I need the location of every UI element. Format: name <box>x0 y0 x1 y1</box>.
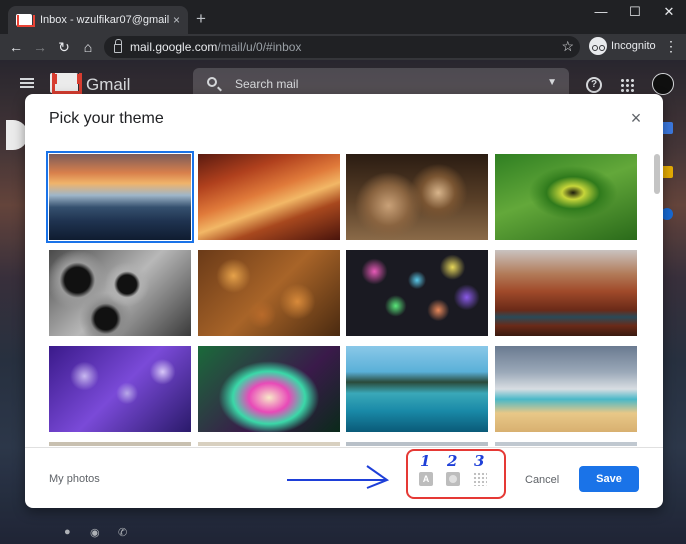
annotation-number-1: 1 <box>420 452 431 470</box>
tab-title: Inbox - wzulfikar07@gmail.com - <box>40 14 169 26</box>
theme-thumb-red-canyon[interactable] <box>198 154 340 240</box>
theme-thumb-partial[interactable] <box>346 442 488 446</box>
theme-picker-dialog: Pick your theme × My photos A Cancel Sav… <box>25 94 663 508</box>
theme-thumb-partial[interactable] <box>495 442 637 446</box>
theme-thumb-jellyfish[interactable] <box>49 346 191 432</box>
incognito-label: Incognito <box>611 40 656 52</box>
incognito-icon <box>589 37 607 55</box>
theme-thumb-caterpillar[interactable] <box>495 154 637 240</box>
annotation-arrow <box>287 465 390 489</box>
url-path: /mail/u/0/#inbox <box>217 40 302 54</box>
theme-thumb-bokeh-lights[interactable] <box>346 250 488 336</box>
browser-menu-icon[interactable]: ⋮ <box>664 38 678 55</box>
theme-thumb-bubble[interactable] <box>198 346 340 432</box>
url-host: mail.google.com <box>130 40 218 54</box>
dialog-divider <box>25 447 663 448</box>
home-button[interactable]: ⌂ <box>78 37 98 57</box>
theme-thumb-beach[interactable] <box>495 346 637 432</box>
maximize-button[interactable]: ☐ <box>620 4 650 20</box>
theme-thumb-autumn-leaves[interactable] <box>198 250 340 336</box>
scrollbar[interactable] <box>654 154 660 194</box>
minimize-button[interactable]: — <box>586 4 616 19</box>
annotation-number-2: 2 <box>447 452 458 470</box>
bookmark-star-icon[interactable]: ☆ <box>561 38 574 55</box>
browser-tab[interactable]: Inbox - wzulfikar07@gmail.com - × <box>8 6 188 34</box>
new-tab-button[interactable]: + <box>196 10 206 27</box>
theme-thumb-partial[interactable] <box>49 442 191 446</box>
my-photos-link[interactable]: My photos <box>49 473 100 485</box>
tab-close-icon[interactable]: × <box>173 13 180 27</box>
gmail-favicon-icon <box>16 14 35 27</box>
annotation-number-3: 3 <box>474 452 485 470</box>
theme-thumb-lake-island[interactable] <box>346 346 488 432</box>
browser-tabstrip: Inbox - wzulfikar07@gmail.com - × + — ☐ … <box>0 0 686 34</box>
back-button[interactable]: ← <box>6 37 26 57</box>
lock-icon <box>114 38 122 53</box>
theme-thumb-partial[interactable] <box>198 442 340 446</box>
theme-thumb-canyon-river[interactable] <box>495 250 637 336</box>
theme-grid <box>25 150 663 446</box>
address-bar[interactable]: mail.google.com/mail/u/0/#inbox ☆ <box>104 36 580 58</box>
dialog-title: Pick your theme <box>49 110 164 127</box>
cancel-button[interactable]: Cancel <box>525 474 559 486</box>
close-window-button[interactable]: ✕ <box>654 4 684 20</box>
save-button[interactable]: Save <box>579 466 639 492</box>
close-icon[interactable]: × <box>628 109 644 127</box>
forward-button[interactable]: → <box>30 37 50 57</box>
browser-toolbar: ← → ↻ ⌂ mail.google.com/mail/u/0/#inbox … <box>0 34 686 60</box>
reload-button[interactable]: ↻ <box>54 37 74 57</box>
theme-thumb-metal-tubes[interactable] <box>49 250 191 336</box>
theme-thumb-sunset-clouds[interactable] <box>46 151 194 243</box>
theme-thumb-chess-pieces[interactable] <box>346 154 488 240</box>
